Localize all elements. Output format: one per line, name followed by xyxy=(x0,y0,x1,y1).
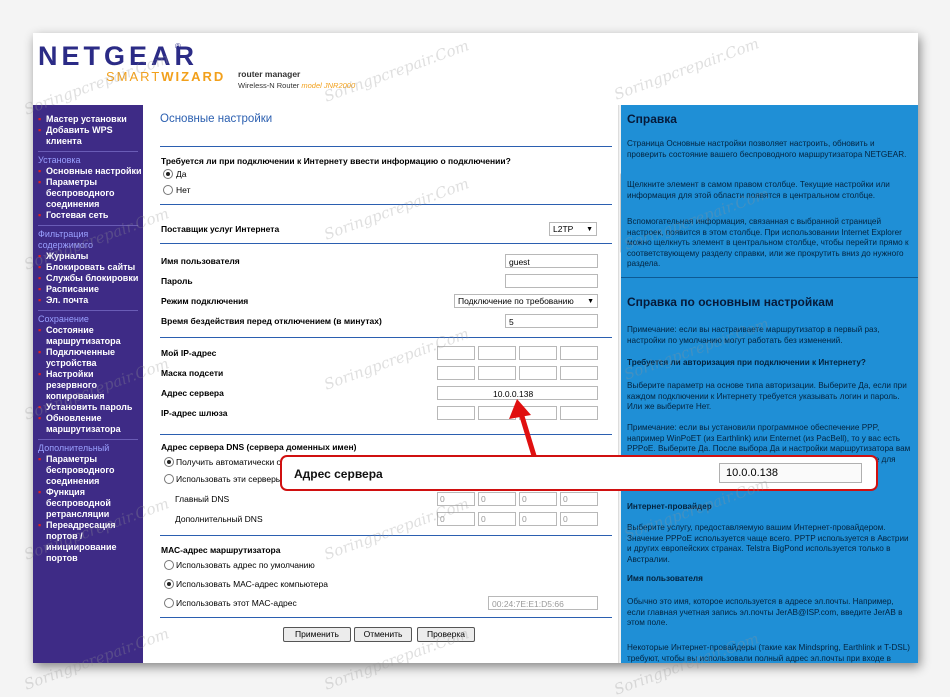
connection-mode-select[interactable]: Подключение по требованию ▼ xyxy=(454,294,598,308)
dns-auto-radio[interactable] xyxy=(164,457,174,467)
my-ip-label: Мой IP-адрес xyxy=(161,348,217,358)
isp-label: Поставщик услуг Интернета xyxy=(161,224,280,234)
mac-default-radio[interactable] xyxy=(164,560,174,570)
nav-section-advanced: Дополнительный xyxy=(38,443,110,453)
apply-button[interactable]: Применить xyxy=(283,627,351,642)
idle-timeout-input[interactable]: 5 xyxy=(505,314,598,328)
secondary-dns-octet-4[interactable]: 0 xyxy=(560,512,598,526)
login-question: Требуется ли при подключении к Интернету… xyxy=(161,156,511,166)
mac-custom-label: Использовать этот МАС-адрес xyxy=(176,598,297,608)
nav-item-router-upgrade[interactable]: Обновление маршрутизатора xyxy=(33,413,143,435)
product-title: router manager xyxy=(238,69,301,79)
primary-dns-label: Главный DNS xyxy=(175,494,230,504)
secondary-dns-label: Дополнительный DNS xyxy=(175,514,263,524)
username-label: Имя пользователя xyxy=(161,256,240,266)
subnet-octet-2[interactable] xyxy=(478,366,516,380)
help-intro: Страница Основные настройки позволяет на… xyxy=(627,139,907,159)
divider xyxy=(160,146,612,147)
nav-item-setup-wizard[interactable]: Мастер установки xyxy=(33,114,143,125)
divider xyxy=(160,243,612,244)
mac-computer-radio[interactable] xyxy=(164,579,174,589)
header: NETGEAR ® SMARTWIZARD router manager Wir… xyxy=(33,33,918,105)
help-text: Выберите услугу, предоставляемую вашим И… xyxy=(627,523,909,564)
my-ip-octet-3[interactable] xyxy=(519,346,557,360)
help-text: Обычно это имя, которое используется в а… xyxy=(627,597,903,627)
secondary-dns-octet-3[interactable]: 0 xyxy=(519,512,557,526)
gateway-octet-1[interactable] xyxy=(437,406,475,420)
nav-item-block-services[interactable]: Службы блокировки xyxy=(33,273,143,284)
password-label: Пароль xyxy=(161,276,193,286)
username-input[interactable]: guest xyxy=(505,254,598,268)
cancel-button[interactable]: Отменить xyxy=(354,627,412,642)
secondary-dns-octet-2[interactable]: 0 xyxy=(478,512,516,526)
callout-label: Адрес сервера xyxy=(294,467,383,481)
router-admin-window: NETGEAR ® SMARTWIZARD router manager Wir… xyxy=(33,33,918,663)
isp-select[interactable]: L2TP ▼ xyxy=(549,222,597,236)
login-yes-label: Да xyxy=(176,169,187,179)
primary-dns-octet-3[interactable]: 0 xyxy=(519,492,557,506)
connection-mode-label: Режим подключения xyxy=(161,296,249,306)
my-ip-octet-2[interactable] xyxy=(478,346,516,360)
nav-item-wireless-settings[interactable]: Параметры беспроводного соединения xyxy=(33,177,143,210)
mac-computer-label: Использовать МАС-адрес компьютера xyxy=(176,579,328,589)
subnet-octet-3[interactable] xyxy=(519,366,557,380)
nav-divider xyxy=(38,439,138,440)
nav-item-router-status[interactable]: Состояние маршрутизатора xyxy=(33,325,143,347)
mac-custom-radio[interactable] xyxy=(164,598,174,608)
my-ip-octet-4[interactable] xyxy=(560,346,598,360)
divider xyxy=(621,277,918,278)
nav-item-basic-settings[interactable]: Основные настройки xyxy=(33,166,143,177)
callout-server-address-field: 10.0.0.138 xyxy=(719,463,862,483)
nav-item-email[interactable]: Эл. почта xyxy=(33,295,143,306)
mac-default-label: Использовать адрес по умолчанию xyxy=(176,560,315,570)
nav-section-setup: Установка xyxy=(38,155,81,165)
page-title: Основные настройки xyxy=(160,113,273,125)
mac-address-input[interactable]: 00:24:7E:E1:D5:66 xyxy=(488,596,598,610)
mac-heading: МАС-адрес маршрутизатора xyxy=(161,545,281,555)
login-no-radio[interactable] xyxy=(163,185,173,195)
dns-heading: Адрес сервера DNS (сервера доменных имен… xyxy=(161,442,357,452)
subnet-octet-1[interactable] xyxy=(437,366,475,380)
divider xyxy=(160,617,612,618)
divider xyxy=(160,337,612,338)
nav-divider xyxy=(38,310,138,311)
help-title: Справка xyxy=(627,112,677,126)
password-input[interactable] xyxy=(505,274,598,288)
nav-item-schedule[interactable]: Расписание xyxy=(33,284,143,295)
idle-timeout-label: Время бездействия перед отключением (в м… xyxy=(161,316,382,326)
subnet-octet-4[interactable] xyxy=(560,366,598,380)
nav-item-wireless-advanced[interactable]: Параметры беспроводного соединения xyxy=(33,454,143,487)
login-no-label: Нет xyxy=(176,185,191,195)
nav-item-add-wps-client[interactable]: Добавить WPS клиента xyxy=(33,125,143,147)
login-yes-radio[interactable] xyxy=(163,169,173,179)
chevron-down-icon: ▼ xyxy=(587,298,594,305)
primary-dns-octet-2[interactable]: 0 xyxy=(478,492,516,506)
chevron-down-icon: ▼ xyxy=(586,226,593,233)
gateway-label: IP-адрес шлюза xyxy=(161,408,228,418)
help-panel: Справка Страница Основные настройки позв… xyxy=(621,105,918,663)
help-text: Выберите параметр на основе типа авториз… xyxy=(627,381,907,411)
zoom-callout: Адрес сервера 10.0.0.138 xyxy=(280,455,878,491)
server-address-label: Адрес сервера xyxy=(161,388,224,398)
gateway-octet-4[interactable] xyxy=(560,406,598,420)
help-section-title: Справка по основным настройкам xyxy=(627,295,834,309)
dns-manual-radio[interactable] xyxy=(164,474,174,484)
logo-registered-mark: ® xyxy=(175,42,181,51)
nav-item-attached-devices[interactable]: Подключенные устройства xyxy=(33,347,143,369)
nav-divider xyxy=(38,151,138,152)
basic-settings-panel: Основные настройки Требуется ли при подк… xyxy=(152,105,618,663)
primary-dns-octet-4[interactable]: 0 xyxy=(560,492,598,506)
nav-section-maintenance: Сохранение xyxy=(38,314,89,324)
help-heading-username: Имя пользователя xyxy=(627,574,703,583)
